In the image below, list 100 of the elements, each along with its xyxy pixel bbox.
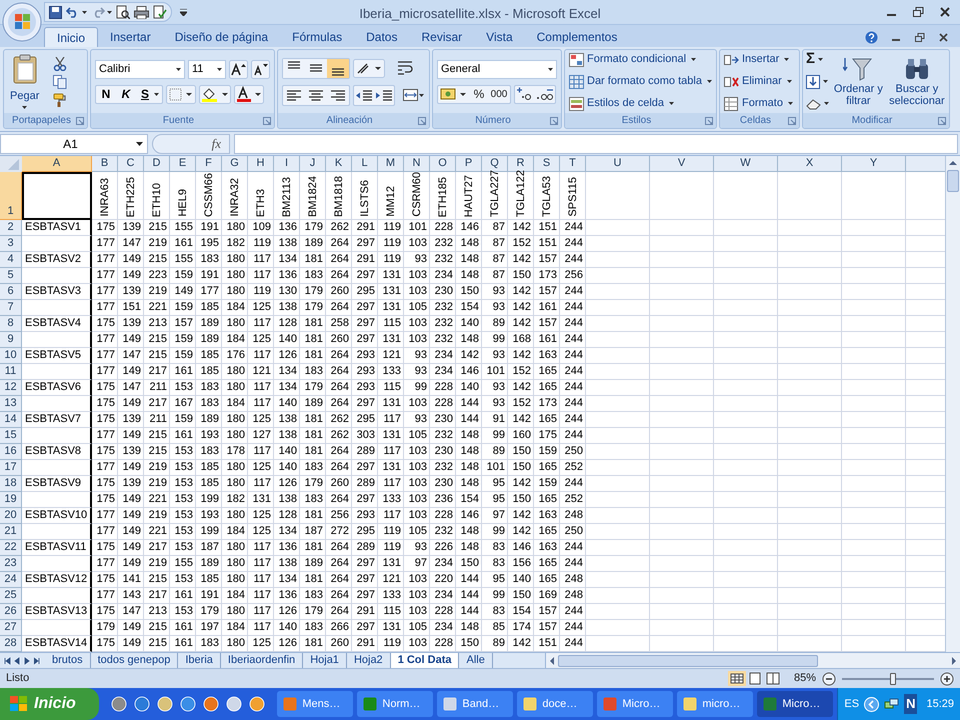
sheet-tab[interactable]: 1 Col Data [390, 653, 460, 668]
dialog-launcher-icon[interactable] [76, 116, 84, 124]
sort-filter-button[interactable]: Ordenar y filtrar [832, 56, 885, 107]
column-header[interactable]: O [430, 156, 456, 172]
ribbon-tab[interactable]: Vista [474, 27, 525, 47]
font-size-dropdown[interactable]: 11 [188, 60, 226, 78]
find-select-button[interactable]: Buscar y seleccionar [888, 56, 946, 107]
eraser-icon[interactable] [806, 98, 821, 110]
row-header[interactable]: 5 [0, 268, 22, 284]
row-header[interactable]: 9 [0, 332, 22, 348]
column-header[interactable]: J [300, 156, 326, 172]
column-header[interactable]: R [508, 156, 534, 172]
percent-button[interactable]: % [470, 85, 488, 103]
column-header[interactable]: N [404, 156, 430, 172]
normal-view-icon[interactable] [728, 671, 746, 686]
fill-down-icon[interactable] [806, 74, 820, 88]
font-name-dropdown[interactable]: Calibri [95, 60, 185, 78]
ribbon-tab[interactable]: Complementos [524, 27, 630, 47]
column-header[interactable]: W [714, 156, 778, 172]
column-header[interactable]: G [222, 156, 248, 172]
zoom-out-icon[interactable] [822, 672, 836, 686]
column-header[interactable]: F [196, 156, 222, 172]
customize-arrow-icon[interactable] [180, 8, 187, 16]
column-header[interactable]: Q [482, 156, 508, 172]
restore-icon[interactable] [915, 32, 925, 42]
row-header[interactable]: 14 [0, 412, 22, 428]
sheet-nav-icon[interactable] [4, 656, 11, 664]
active-cell[interactable] [22, 172, 92, 220]
cells-command[interactable]: Insertar [724, 50, 795, 68]
network-icon[interactable] [884, 696, 900, 712]
row-header[interactable]: 12 [0, 380, 22, 396]
row-header[interactable]: 17 [0, 460, 22, 476]
copy-icon[interactable] [53, 74, 68, 88]
paintbrush-icon[interactable] [53, 92, 68, 106]
row-header[interactable]: 11 [0, 364, 22, 380]
number-format-dropdown[interactable]: General [437, 60, 557, 78]
row-header[interactable]: 18 [0, 476, 22, 492]
bold-button[interactable]: N [96, 85, 116, 103]
scrollbar-thumb[interactable] [558, 654, 818, 666]
tray-app-icon[interactable]: N [904, 694, 918, 714]
fill-color-icon[interactable] [199, 84, 231, 104]
taskbar-button[interactable]: Micro… [757, 691, 834, 717]
formula-input-field[interactable] [234, 134, 958, 154]
text-orientation-icon[interactable] [353, 58, 385, 78]
vertical-align-icon[interactable] [327, 58, 349, 78]
style-command[interactable]: Dar formato como tabla [569, 72, 712, 90]
dialog-launcher-icon[interactable] [938, 116, 946, 124]
printer-icon[interactable] [134, 6, 149, 18]
column-header[interactable]: M [378, 156, 404, 172]
row-header[interactable]: 15 [0, 428, 22, 444]
scissors-icon[interactable] [53, 56, 68, 70]
column-header[interactable]: H [248, 156, 274, 172]
column-header[interactable]: A [22, 156, 92, 172]
horizontal-scrollbar[interactable] [545, 653, 960, 668]
paste-button[interactable]: Pegar [7, 53, 42, 110]
row-header[interactable]: 21 [0, 524, 22, 540]
style-command[interactable]: Estilos de celda [569, 94, 712, 112]
font-grow-icon[interactable] [229, 60, 248, 78]
row-header[interactable]: 13 [0, 396, 22, 412]
ribbon-tab[interactable]: Diseño de página [162, 27, 280, 47]
dialog-launcher-icon[interactable] [550, 116, 558, 124]
print-preview-icon[interactable] [116, 5, 130, 19]
dialog-launcher-icon[interactable] [418, 116, 426, 124]
dialog-launcher-icon[interactable] [705, 116, 713, 124]
column-header[interactable]: E [170, 156, 196, 172]
dialog-launcher-icon[interactable] [788, 116, 796, 124]
close-icon[interactable] [939, 32, 948, 42]
column-header[interactable]: T [560, 156, 586, 172]
column-header[interactable]: V [650, 156, 714, 172]
underline-button[interactable]: S [136, 85, 154, 103]
column-header[interactable]: D [144, 156, 170, 172]
document-check-icon[interactable] [153, 5, 167, 19]
merge-cells-icon[interactable] [402, 86, 424, 104]
taskbar-button[interactable]: Mens… [277, 691, 354, 717]
name-box[interactable]: A1 [0, 134, 148, 154]
ribbon-tab[interactable]: Revisar [409, 27, 474, 47]
column-header[interactable]: X [778, 156, 842, 172]
row-header[interactable]: 7 [0, 300, 22, 316]
column-header[interactable]: Y [842, 156, 906, 172]
row-header[interactable]: 23 [0, 556, 22, 572]
vertical-scrollbar[interactable] [945, 156, 960, 652]
page-break-icon[interactable] [764, 671, 782, 686]
font-shrink-icon[interactable] [251, 60, 270, 78]
wrap-text-icon[interactable] [396, 59, 414, 77]
font-color-icon[interactable] [234, 84, 264, 104]
column-header[interactable]: S [534, 156, 560, 172]
row-header[interactable]: 20 [0, 508, 22, 524]
row-header[interactable]: 10 [0, 348, 22, 364]
restore-icon[interactable] [913, 7, 924, 17]
thousands-button[interactable]: 000 [488, 86, 510, 102]
row-header[interactable]: 16 [0, 444, 22, 460]
ribbon-tab[interactable]: Datos [354, 27, 410, 47]
column-header[interactable]: U [586, 156, 650, 172]
taskbar-button[interactable]: Band… [437, 691, 514, 717]
row-header[interactable]: 3 [0, 236, 22, 252]
autosum-button[interactable]: Σ [806, 50, 829, 68]
column-header[interactable]: C [118, 156, 144, 172]
sheet-nav-icon[interactable] [34, 656, 41, 664]
start-button[interactable]: Inicio [0, 688, 100, 720]
column-header[interactable]: P [456, 156, 482, 172]
